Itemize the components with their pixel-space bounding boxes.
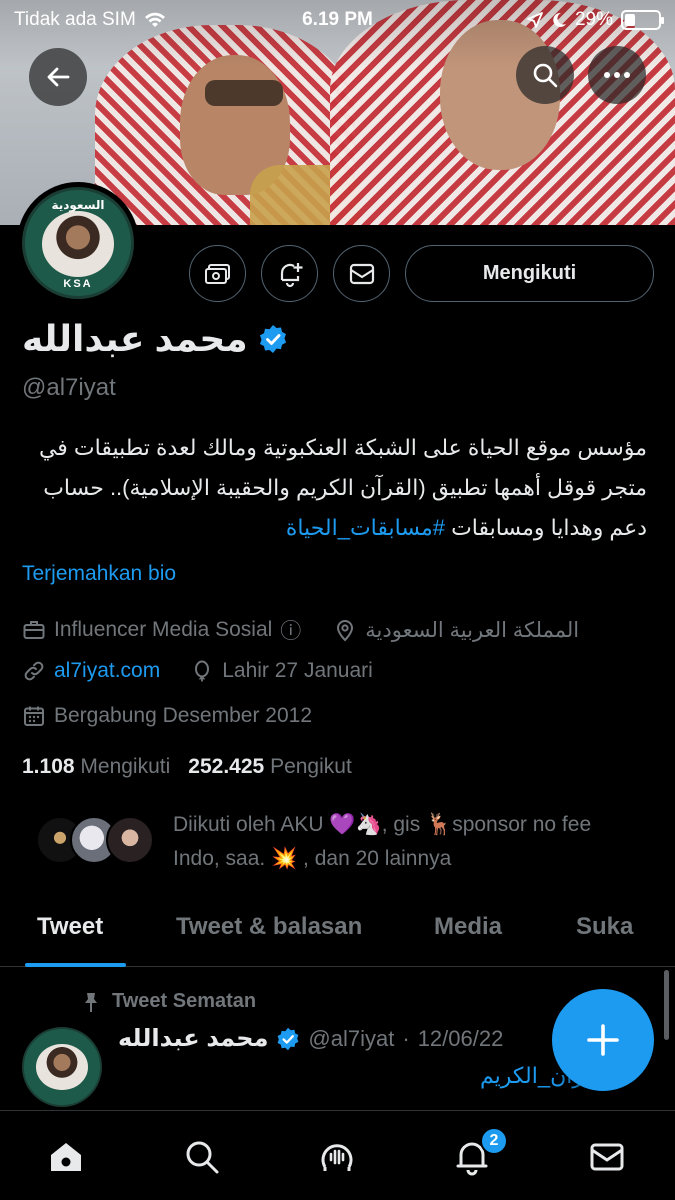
balloon-icon xyxy=(195,660,210,682)
search-icon xyxy=(533,63,558,88)
tip-icon xyxy=(204,263,230,284)
status-bar: Tidak ada SIM 6.19 PM 29% xyxy=(0,0,675,40)
tab-tweet-replies[interactable]: Tweet & balasan xyxy=(176,913,362,941)
profile-avatar[interactable]: السعودية KSA xyxy=(17,182,139,304)
battery-icon xyxy=(621,10,664,30)
carrier-text: Tidak ada SIM xyxy=(14,9,136,30)
follow-counts: 1.108 Mengikuti 252.425 Pengikut xyxy=(22,755,352,779)
pin-icon xyxy=(85,992,97,1012)
compose-icon xyxy=(587,1024,619,1056)
meta-row-2: al7iyat.com Lahir 27 Januari xyxy=(22,659,373,683)
following-count-link[interactable]: 1.108 Mengikuti xyxy=(22,755,170,779)
calendar-icon xyxy=(24,706,44,726)
tab-likes[interactable]: Suka xyxy=(576,913,633,941)
tip-button[interactable] xyxy=(189,245,246,302)
search-icon xyxy=(186,1141,219,1174)
bio-hashtag-link[interactable]: #مسابقات_الحياة xyxy=(286,515,445,540)
more-icon xyxy=(604,72,630,78)
active-tab-indicator xyxy=(25,963,126,967)
moon-icon xyxy=(553,12,566,27)
verified-icon xyxy=(259,325,286,353)
followers-label: Pengikut xyxy=(270,755,352,778)
scrollbar[interactable] xyxy=(664,970,669,1040)
following-button[interactable]: Mengikuti xyxy=(405,245,654,302)
notify-button[interactable] xyxy=(261,245,318,302)
compose-tweet-button[interactable] xyxy=(552,989,654,1091)
home-icon xyxy=(51,1143,81,1171)
joined-label: Bergabung Desember 2012 xyxy=(54,704,313,727)
nav-search[interactable] xyxy=(180,1135,224,1179)
verified-icon xyxy=(278,1027,299,1050)
bottom-nav xyxy=(0,1110,675,1200)
tweet-author-name[interactable]: محمد عبدالله xyxy=(118,1024,268,1053)
tweet-author-handle: @al7iyat xyxy=(308,1025,395,1051)
info-icon[interactable]: ⓘ xyxy=(280,615,301,645)
notify-icon xyxy=(280,262,302,287)
link-icon xyxy=(24,661,44,681)
tweet-header: محمد عبدالله @al7iyat · 12/06/22 xyxy=(118,1024,503,1053)
mail-icon xyxy=(590,1143,624,1171)
follower-avatar-3 xyxy=(106,816,154,864)
following-label: Mengikuti xyxy=(80,755,171,778)
notifications-badge: 2 xyxy=(480,1127,508,1155)
following-count: 1.108 xyxy=(22,755,75,778)
avatar-image: السعودية KSA xyxy=(22,187,134,299)
avatar-caption-bottom: KSA xyxy=(63,278,93,290)
followers-count: 252.425 xyxy=(188,755,265,778)
website-link[interactable]: al7iyat.com xyxy=(54,659,160,683)
tweet-date: 12/06/22 xyxy=(417,1025,504,1051)
profile-handle: @al7iyat xyxy=(22,374,116,401)
meta-row-3: Bergabung Desember 2012 xyxy=(22,704,312,728)
tweet-separator: · xyxy=(402,1025,410,1051)
profile-name-row: محمد عبدالله xyxy=(22,318,288,360)
message-button[interactable] xyxy=(333,245,390,302)
back-button[interactable] xyxy=(29,48,87,106)
tab-media[interactable]: Media xyxy=(434,913,502,941)
nav-home[interactable] xyxy=(44,1135,88,1179)
translate-bio-link[interactable]: Terjemahkan bio xyxy=(22,562,176,586)
tab-tweet[interactable]: Tweet xyxy=(37,913,103,941)
tweet-avatar-photo xyxy=(36,1044,88,1090)
meta-row-1: Influencer Media Sosial ⓘ المملكة العربي… xyxy=(22,615,579,645)
followed-by-text[interactable]: Diikuti oleh AKU 💜🦄, gis 🦌sponsor no fee… xyxy=(173,808,643,876)
display-name: محمد عبدالله xyxy=(22,318,248,359)
profile-bio: مؤسس موقع الحياة على الشبكة العنكبوتية و… xyxy=(22,428,647,548)
followed-by-avatars[interactable] xyxy=(36,810,160,870)
nav-spaces[interactable] xyxy=(315,1135,359,1179)
search-button[interactable] xyxy=(516,46,574,104)
battery-percent: 29% xyxy=(574,9,613,30)
profile-tabs: Tweet Tweet & balasan Media Suka xyxy=(0,905,675,967)
back-icon xyxy=(47,67,70,87)
birthday-label: Lahir 27 Januari xyxy=(222,659,373,682)
location-label: المملكة العربية السعودية xyxy=(365,618,580,642)
followers-count-link[interactable]: 252.425 Pengikut xyxy=(188,755,352,779)
message-icon xyxy=(349,263,374,284)
briefcase-icon xyxy=(23,621,45,639)
category-label: Influencer Media Sosial xyxy=(54,618,273,641)
tweet-avatar[interactable] xyxy=(22,1027,102,1107)
avatar-photo xyxy=(41,211,115,277)
location-arrow-icon xyxy=(527,12,543,28)
spaces-icon xyxy=(321,1144,353,1171)
more-button[interactable] xyxy=(588,46,646,104)
location-icon xyxy=(337,620,354,642)
nav-messages[interactable] xyxy=(585,1135,629,1179)
battery-fill xyxy=(625,14,635,26)
avatar-caption-top: السعودية xyxy=(51,198,105,212)
pinned-tweet-label: Tweet Sematan xyxy=(82,990,256,1013)
pinned-label: Tweet Sematan xyxy=(112,990,257,1012)
wifi-icon xyxy=(144,12,165,27)
